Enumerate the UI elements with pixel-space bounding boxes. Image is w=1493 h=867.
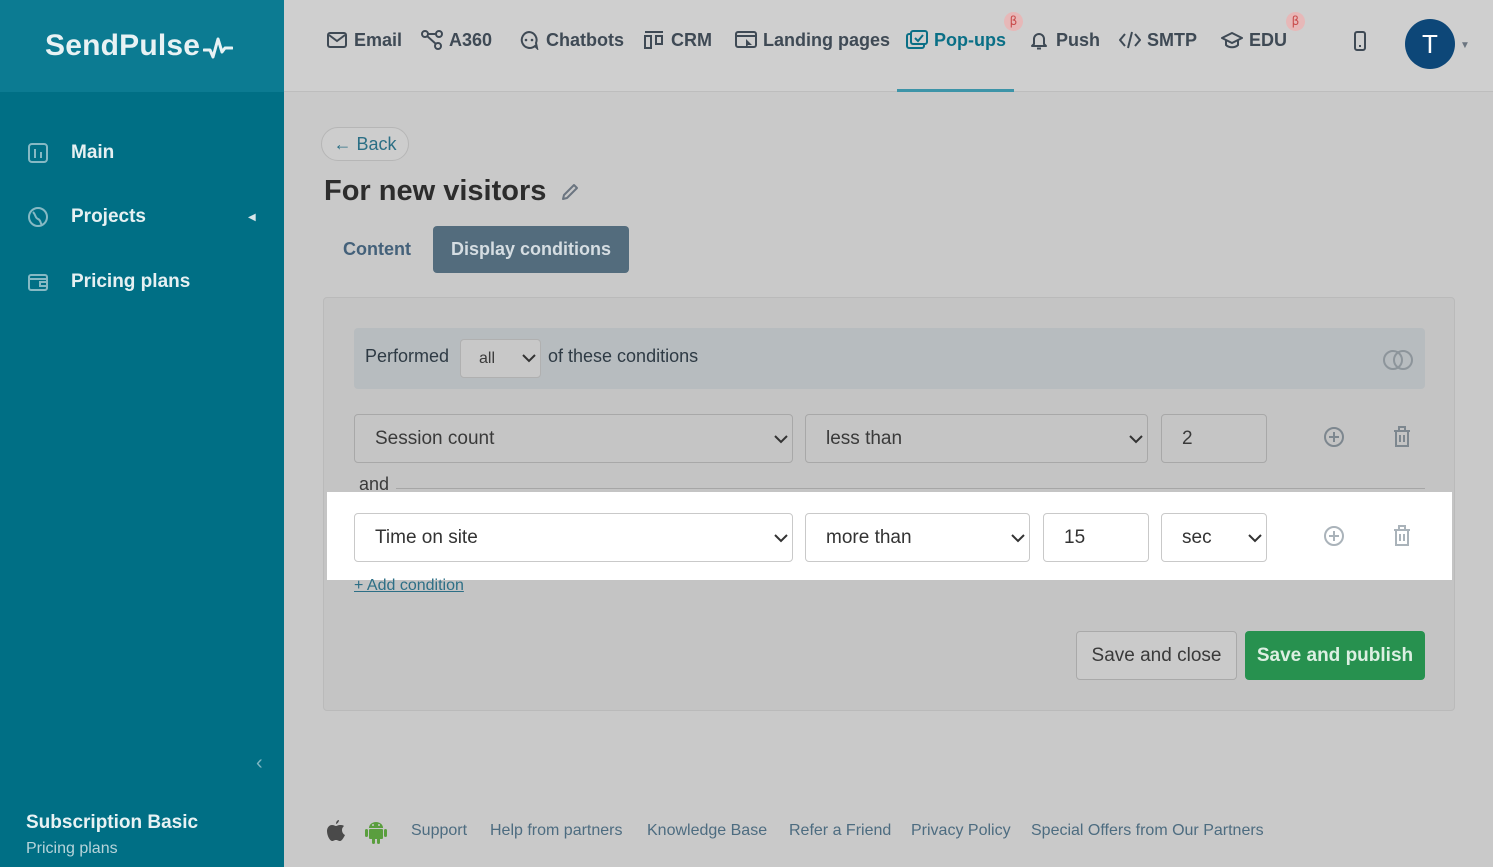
pricing-plans-link[interactable]: Pricing plans: [26, 840, 198, 858]
nav-crm[interactable]: CRM: [643, 29, 712, 51]
avatar[interactable]: T: [1405, 19, 1455, 69]
nav-a360[interactable]: A360: [421, 29, 492, 51]
wallet-icon: [26, 270, 50, 294]
pencil-icon[interactable]: [560, 182, 580, 207]
sidebar-item-main[interactable]: Main: [26, 141, 114, 165]
kanban-icon: [643, 29, 665, 51]
condition-operator-select[interactable]: less than: [805, 414, 1148, 463]
page-title: For new visitors: [324, 175, 547, 207]
sidebar: SendPulse Main Projects ◀ Pricing plans …: [0, 0, 284, 867]
apple-icon[interactable]: [325, 819, 347, 848]
performed-select[interactable]: all: [460, 339, 541, 378]
nodes-icon: [421, 29, 443, 51]
venn-icon[interactable]: [1381, 349, 1415, 376]
dashboard-icon: [26, 141, 50, 165]
chat-icon: [518, 29, 540, 51]
trash-icon[interactable]: [1390, 524, 1414, 548]
chevron-down-icon: [1011, 534, 1025, 543]
active-nav-indicator: [897, 89, 1014, 92]
footer-link-knowledge-base[interactable]: Knowledge Base: [647, 822, 767, 840]
sidebar-item-label: Pricing plans: [71, 271, 191, 292]
footer-link-refer-friend[interactable]: Refer a Friend: [789, 822, 891, 840]
condition-value-input[interactable]: 2: [1161, 414, 1267, 463]
globe-icon: [26, 205, 50, 229]
logo-text: SendPulse: [45, 29, 201, 62]
collapse-sidebar-icon[interactable]: ‹: [256, 752, 263, 775]
footer-link-privacy[interactable]: Privacy Policy: [911, 822, 1011, 840]
chevron-down-icon: [1129, 435, 1143, 444]
add-circle-icon[interactable]: [1322, 524, 1346, 548]
chevron-down-icon: [774, 435, 788, 444]
footer-link-help-partners[interactable]: Help from partners: [490, 822, 623, 840]
bell-icon: [1028, 29, 1050, 51]
nav-chatbots[interactable]: Chatbots: [518, 29, 624, 51]
landing-icon: [735, 29, 757, 51]
condition-operator-select[interactable]: more than: [805, 513, 1030, 562]
trash-icon[interactable]: [1390, 425, 1414, 449]
beta-badge: β: [1286, 12, 1305, 31]
divider: [396, 488, 1425, 489]
tab-display-conditions[interactable]: Display conditions: [433, 226, 629, 273]
sidebar-item-projects[interactable]: Projects ◀: [26, 205, 256, 229]
save-and-publish-button[interactable]: Save and publish: [1245, 631, 1425, 680]
mobile-icon[interactable]: [1353, 31, 1367, 56]
android-icon[interactable]: [364, 819, 388, 850]
sidebar-item-pricing[interactable]: Pricing plans: [26, 270, 190, 294]
popup-icon: [906, 29, 928, 51]
condition-field-select[interactable]: Session count: [354, 414, 793, 463]
nav-email[interactable]: Email: [326, 29, 402, 51]
nav-edu[interactable]: EDU: [1221, 29, 1287, 51]
chevron-down-icon: [774, 534, 788, 543]
nav-landing-pages[interactable]: Landing pages: [735, 29, 890, 51]
chevron-down-icon[interactable]: ▼: [1460, 40, 1470, 51]
code-icon: [1119, 29, 1141, 51]
chevron-down-icon: [522, 354, 536, 363]
add-condition-link[interactable]: + Add condition: [354, 577, 464, 595]
pulse-logo-icon: [203, 37, 234, 59]
footer-link-support[interactable]: Support: [411, 822, 467, 840]
nav-pop-ups[interactable]: Pop-ups: [906, 29, 1006, 51]
brand[interactable]: SendPulse: [0, 0, 284, 92]
subscription-info: Subscription Basic Pricing plans: [26, 812, 198, 858]
tab-content[interactable]: Content: [330, 226, 424, 273]
footer-link-special-offers[interactable]: Special Offers from Our Partners: [1031, 822, 1264, 840]
sidebar-item-label: Main: [71, 142, 115, 163]
beta-badge: β: [1004, 12, 1023, 31]
nav-smtp[interactable]: SMTP: [1119, 29, 1197, 51]
add-circle-icon[interactable]: [1322, 425, 1346, 449]
chevron-left-icon: ◀: [248, 211, 256, 223]
subscription-title: Subscription Basic: [26, 812, 199, 833]
top-navigation: Email A360 Chatbots CRM Landing pages Po…: [284, 0, 1493, 92]
nav-push[interactable]: Push: [1028, 29, 1100, 51]
save-and-close-button[interactable]: Save and close: [1076, 631, 1237, 680]
condition-value-input[interactable]: 15: [1043, 513, 1149, 562]
chevron-down-icon: [1248, 534, 1262, 543]
back-button[interactable]: ← Back: [321, 127, 409, 161]
sidebar-item-label: Projects: [71, 206, 146, 227]
mail-icon: [326, 29, 348, 51]
performed-label: Performed: [365, 346, 450, 366]
condition-field-select[interactable]: Time on site: [354, 513, 793, 562]
graduation-cap-icon: [1221, 29, 1243, 51]
conditions-suffix-label: of these conditions: [548, 346, 699, 366]
condition-unit-select[interactable]: sec: [1161, 513, 1267, 562]
